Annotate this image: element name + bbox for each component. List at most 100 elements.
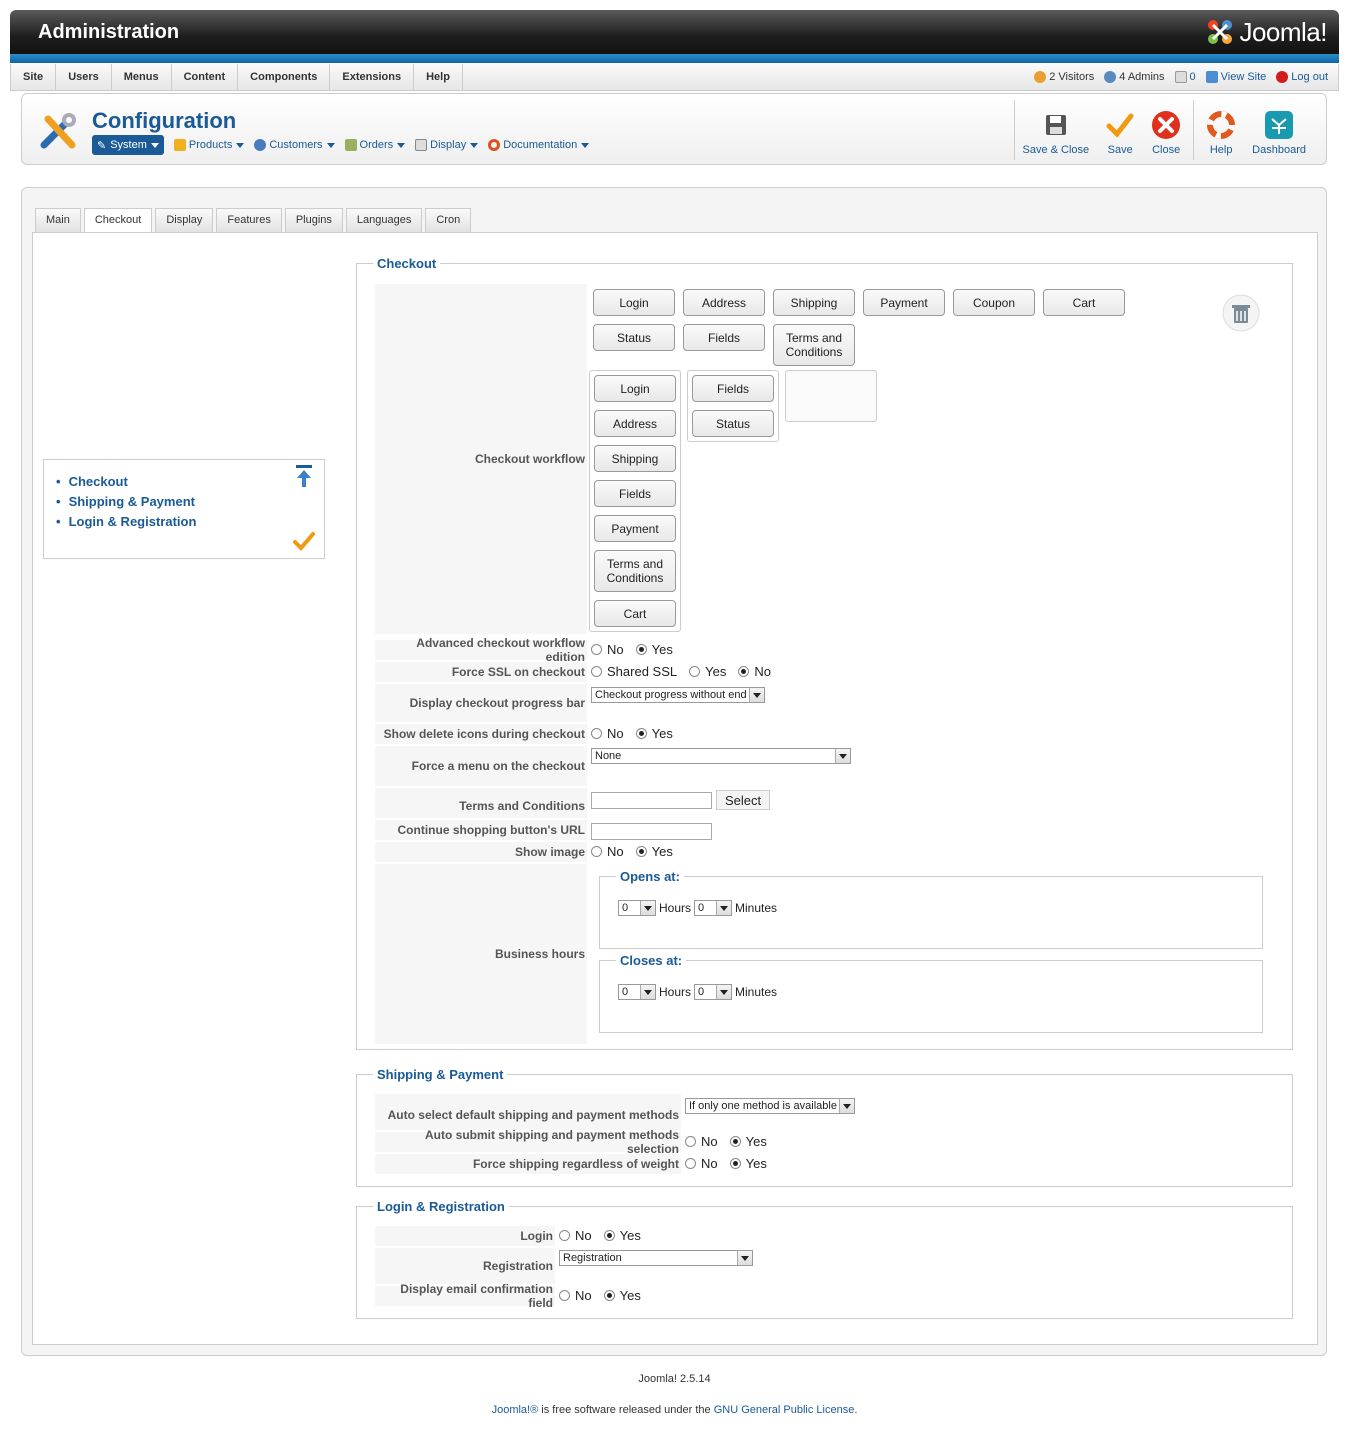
lifebuoy-icon [1207, 111, 1236, 139]
ssl-no-radio[interactable] [738, 666, 750, 677]
force-menu-field: None [591, 748, 851, 764]
gpl-link[interactable]: GNU General Public License [714, 1404, 855, 1416]
palette-payment[interactable]: Payment [863, 289, 945, 316]
dashboard-button[interactable]: Dashboard [1244, 100, 1314, 156]
step1-payment[interactable]: Payment [594, 515, 676, 542]
joomla-logo-icon [1208, 20, 1233, 44]
submenu-system[interactable]: ✎ System [92, 135, 164, 155]
palette-fields[interactable]: Fields [683, 324, 765, 351]
menu-users[interactable]: Users [56, 64, 112, 90]
show-image-yes-radio[interactable] [635, 846, 647, 857]
advanced-workflow-label: Advanced checkout workflow edition [375, 636, 587, 664]
section-index: Checkout Shipping & Payment Login & Regi… [43, 459, 325, 559]
advanced-no-radio[interactable] [591, 644, 602, 655]
closes-minutes-select[interactable]: 0 [694, 984, 733, 1000]
advanced-yes-radio[interactable] [635, 644, 647, 655]
palette-login[interactable]: Login [593, 289, 675, 316]
messages-status[interactable]: 0 [1174, 71, 1196, 83]
tab-plugins[interactable]: Plugins [284, 208, 343, 232]
step1-terms[interactable]: Terms and Conditions [594, 550, 676, 592]
menu-components[interactable]: Components [238, 64, 331, 90]
submenu-products[interactable]: Products [173, 135, 245, 155]
palette-address[interactable]: Address [683, 289, 765, 316]
delete-icons-no-radio[interactable] [591, 728, 602, 739]
menu-content[interactable]: Content [172, 64, 239, 90]
progress-bar-label: Display checkout progress bar [375, 684, 587, 722]
palette-cart[interactable]: Cart [1043, 289, 1125, 316]
status-bar: 2 Visitors 4 Admins 0 View Site Log out [1024, 64, 1328, 90]
palette-coupon[interactable]: Coupon [953, 289, 1035, 316]
auto-submit-label: Auto submit shipping and payment methods… [375, 1128, 681, 1156]
submenu-customers[interactable]: Customers [254, 135, 335, 155]
ssl-shared-radio[interactable] [591, 666, 602, 677]
registration-select[interactable]: Registration [559, 1250, 753, 1266]
email-confirmation-no-radio[interactable] [559, 1290, 570, 1301]
closes-at-legend: Closes at: [620, 953, 683, 968]
tab-display[interactable]: Display [155, 208, 214, 232]
force-menu-select[interactable]: None [591, 748, 851, 764]
logout-link[interactable]: Log out [1276, 71, 1328, 83]
tab-features[interactable]: Features [216, 208, 282, 232]
step1-cart[interactable]: Cart [594, 600, 676, 627]
lifebuoy-icon [488, 139, 501, 151]
menu-menus[interactable]: Menus [112, 64, 172, 90]
delete-icons-yes-radio[interactable] [635, 728, 647, 739]
progress-bar-select[interactable]: Checkout progress without end [591, 687, 765, 703]
closes-hours-select[interactable]: 0 [618, 984, 656, 1000]
force-shipping-no-radio[interactable] [685, 1158, 696, 1169]
tab-cron[interactable]: Cron [425, 208, 472, 232]
submenu-documentation[interactable]: Documentation [488, 135, 590, 155]
tab-main[interactable]: Main [35, 208, 81, 232]
force-shipping-yes-radio[interactable] [729, 1158, 741, 1169]
close-button[interactable]: Close [1143, 100, 1189, 156]
submenu-display[interactable]: Display [415, 135, 479, 155]
continue-url-input[interactable] [591, 823, 712, 840]
save-button[interactable]: Save [1097, 100, 1143, 156]
checkmark-icon[interactable] [292, 530, 316, 552]
tools-icon: ✎ [97, 139, 107, 152]
submenu-orders[interactable]: Orders [344, 135, 406, 155]
step1-fields[interactable]: Fields [594, 480, 676, 507]
opens-at-fieldset: Opens at: 0 Hours 0 Minutes [599, 869, 1263, 949]
opens-minutes-select[interactable]: 0 [694, 900, 733, 916]
help-button[interactable]: Help [1198, 100, 1244, 156]
submenu: ✎ System Products Customers Orders Displa… [92, 135, 599, 155]
trash-icon[interactable] [1221, 293, 1261, 333]
step2-status[interactable]: Status [692, 410, 774, 437]
login-yes-radio[interactable] [603, 1230, 615, 1241]
ssl-yes-radio[interactable] [689, 666, 701, 677]
tab-languages[interactable]: Languages [345, 208, 423, 232]
auto-submit-no-radio[interactable] [685, 1136, 696, 1147]
joomla-logo[interactable]: Joomla! [1205, 16, 1327, 48]
auto-select-select[interactable]: If only one method is available [685, 1098, 855, 1114]
registration-label: Registration [375, 1248, 555, 1284]
palette-shipping[interactable]: Shipping [773, 289, 855, 316]
show-image-no-radio[interactable] [591, 846, 602, 857]
email-confirmation-yes-radio[interactable] [603, 1290, 615, 1301]
menu-extensions[interactable]: Extensions [330, 64, 415, 90]
joomla-link[interactable]: Joomla!® [492, 1404, 539, 1416]
login-no-radio[interactable] [559, 1230, 570, 1241]
view-site-link[interactable]: View Site [1205, 71, 1266, 83]
toc-checkout-link[interactable]: Checkout [69, 472, 196, 492]
opens-hours-select[interactable]: 0 [618, 900, 656, 916]
toc-login-registration-link[interactable]: Login & Registration [69, 512, 197, 532]
tab-checkout[interactable]: Checkout [83, 208, 153, 233]
menu-help[interactable]: Help [414, 64, 463, 90]
toc-shipping-payment-link[interactable]: Shipping & Payment [69, 492, 196, 512]
step1-shipping[interactable]: Shipping [594, 445, 676, 472]
page-title: Configuration [92, 108, 237, 133]
auto-submit-yes-radio[interactable] [729, 1136, 741, 1147]
dropdown-arrow-icon [640, 985, 655, 999]
step1-address[interactable]: Address [594, 410, 676, 437]
menu-site[interactable]: Site [11, 64, 57, 90]
save-close-button[interactable]: Save & Close [1015, 100, 1098, 156]
palette-terms[interactable]: Terms and Conditions [773, 324, 855, 366]
palette-status[interactable]: Status [593, 324, 675, 351]
terms-input[interactable] [591, 791, 712, 809]
step2-fields[interactable]: Fields [692, 375, 774, 402]
step1-login[interactable]: Login [594, 375, 676, 402]
arrow-up-icon[interactable] [294, 464, 314, 488]
workflow-step-3[interactable] [785, 370, 877, 422]
terms-select-button[interactable]: Select [716, 790, 771, 810]
